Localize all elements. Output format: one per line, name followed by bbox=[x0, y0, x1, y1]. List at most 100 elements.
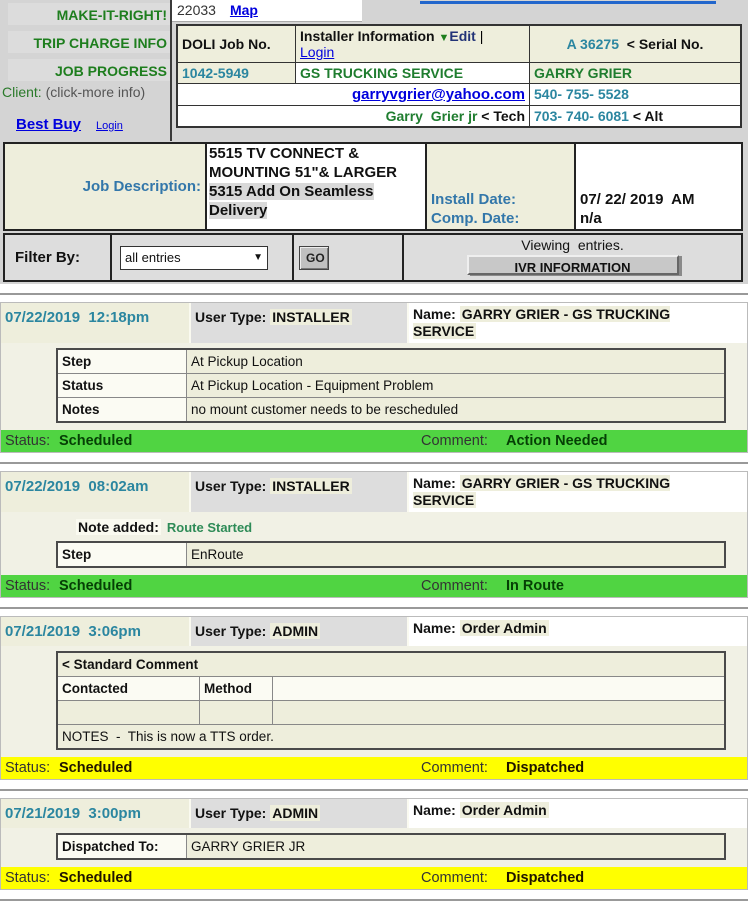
client-login-link[interactable]: Login bbox=[96, 120, 123, 132]
status-label: Status: bbox=[5, 757, 50, 779]
zip-code: 22033 bbox=[177, 2, 216, 18]
filter-bar: Filter By: all entries ▼ GO Viewing entri… bbox=[3, 233, 743, 282]
installer-info-cell: Installer Information ▼Edit | Login bbox=[295, 26, 529, 62]
entry-user-type: User Type: ADMIN bbox=[189, 799, 407, 828]
status-label: Status: bbox=[5, 575, 50, 597]
serial-label: < Serial No. bbox=[627, 36, 704, 52]
dropdown-arrow-icon: ▼ bbox=[253, 247, 263, 269]
job-description-text: 5515 TV CONNECT & MOUNTING 51"& LARGER 5… bbox=[205, 144, 427, 229]
row-value: EnRoute bbox=[187, 542, 726, 567]
comment-label: Comment: bbox=[421, 430, 488, 452]
user-type-value: ADMIN bbox=[270, 623, 320, 639]
entry-name: Name: Order Admin bbox=[407, 617, 747, 646]
log-entry: 07/21/2019 3:06pm User Type: ADMIN Name:… bbox=[0, 616, 748, 780]
name-label: Name: bbox=[413, 802, 456, 818]
user-type-label: User Type: bbox=[195, 478, 266, 494]
client-hint: (click-more info) bbox=[42, 84, 145, 100]
email-cell: garryvgrier@yahoo.com bbox=[178, 84, 529, 105]
section-divider bbox=[0, 607, 748, 609]
job-progress-button[interactable]: JOB PROGRESS bbox=[8, 59, 170, 81]
phone-number: 540- 755- 5528 bbox=[529, 84, 740, 105]
ivr-information-button[interactable]: IVR INFORMATION bbox=[467, 255, 679, 275]
row-label: Step bbox=[57, 349, 187, 374]
install-date-value: 07/ 22/ 2019 AM bbox=[580, 190, 741, 209]
standard-comment-header: < Standard Comment bbox=[57, 652, 725, 677]
serial-cell: A 36275 < Serial No. bbox=[529, 26, 740, 62]
alt-phone-label: < Alt bbox=[633, 108, 663, 124]
installer-info-table: DOLI Job No. Installer Information ▼Edit… bbox=[176, 24, 742, 128]
company-name: GS TRUCKING SERVICE bbox=[295, 63, 529, 83]
status-value: Scheduled bbox=[59, 757, 132, 779]
tech-cell: Garry Grier jr < Tech bbox=[178, 106, 529, 126]
go-cell: GO bbox=[292, 235, 402, 280]
log-entry: 07/22/2019 08:02am User Type: INSTALLER … bbox=[0, 471, 748, 598]
installer-name: GARRY GRIER bbox=[529, 63, 740, 83]
filter-dropdown[interactable]: all entries ▼ bbox=[120, 246, 268, 270]
empty-header-cell bbox=[273, 677, 726, 701]
contacted-label: Contacted bbox=[57, 677, 200, 701]
map-link[interactable]: Map bbox=[230, 2, 258, 18]
section-divider bbox=[0, 293, 748, 295]
filter-by-label: Filter By: bbox=[5, 235, 110, 280]
go-button[interactable]: GO bbox=[299, 246, 329, 270]
filter-dropdown-cell: all entries ▼ bbox=[110, 235, 292, 280]
client-info: Client: (click-more info) bbox=[2, 84, 172, 100]
pipe-separator: | bbox=[480, 28, 484, 44]
user-type-label: User Type: bbox=[195, 623, 266, 639]
email-link[interactable]: garryvgrier@yahoo.com bbox=[352, 86, 525, 103]
contacted-value bbox=[57, 701, 200, 725]
entry-detail-table: < Standard Comment Contacted Method NOTE… bbox=[56, 651, 726, 750]
table-row: Dispatched To: GARRY GRIER JR bbox=[57, 834, 725, 859]
filter-dropdown-value: all entries bbox=[125, 247, 181, 269]
user-type-value: INSTALLER bbox=[270, 478, 352, 494]
edit-link[interactable]: Edit bbox=[449, 28, 475, 44]
name-label: Name: bbox=[413, 475, 456, 491]
notes-text: NOTES - This is now a TTS order. bbox=[57, 725, 725, 750]
client-best-buy-link[interactable]: Best Buy bbox=[16, 116, 81, 133]
zip-cell: 22033 Map bbox=[172, 0, 362, 22]
empty-value-cell bbox=[273, 701, 726, 725]
doli-job-no-label: DOLI Job No. bbox=[178, 26, 295, 62]
viewing-entries-text: Viewing entries. bbox=[404, 237, 741, 253]
client-label: Client: bbox=[2, 84, 42, 100]
method-label: Method bbox=[200, 677, 273, 701]
name-label: Name: bbox=[413, 306, 456, 322]
note-added-value: Route Started bbox=[167, 520, 252, 535]
tech-label: < Tech bbox=[481, 108, 525, 124]
comp-date-value: n/a bbox=[580, 209, 741, 228]
name-value: Order Admin bbox=[460, 802, 549, 818]
make-it-right-button[interactable]: MAKE-IT-RIGHT! bbox=[8, 3, 170, 25]
table-row: Contacted Method bbox=[57, 677, 725, 701]
job-number: 1042-5949 bbox=[178, 63, 295, 83]
installer-info-label: Installer Information bbox=[300, 28, 435, 44]
job-description-label: Job Description: bbox=[5, 144, 205, 229]
job-description-section: Job Description: 5515 TV CONNECT & MOUNT… bbox=[3, 142, 743, 231]
status-bar: Status: Scheduled Comment: In Route bbox=[1, 575, 747, 597]
table-row: Notes no mount customer needs to be resc… bbox=[57, 398, 725, 423]
table-row: Step EnRoute bbox=[57, 542, 725, 567]
trip-charge-info-button[interactable]: TRIP CHARGE INFO bbox=[8, 31, 170, 53]
comment-value: Dispatched bbox=[506, 757, 584, 779]
row-label: Step bbox=[57, 542, 187, 567]
truncated-link-underline[interactable] bbox=[420, 1, 716, 4]
comment-label: Comment: bbox=[421, 575, 488, 597]
row-label: Status bbox=[57, 374, 187, 398]
user-type-label: User Type: bbox=[195, 309, 266, 325]
status-bar: Status: Scheduled Comment: Dispatched bbox=[1, 867, 747, 889]
table-row: Status At Pickup Location - Equipment Pr… bbox=[57, 374, 725, 398]
date-values: 07/ 22/ 2019 AM n/a bbox=[574, 144, 741, 229]
row-label: Notes bbox=[57, 398, 187, 423]
section-divider bbox=[0, 462, 748, 464]
log-entry: 07/21/2019 3:00pm User Type: ADMIN Name:… bbox=[0, 798, 748, 890]
entry-user-type: User Type: INSTALLER bbox=[189, 303, 407, 343]
status-value: Scheduled bbox=[59, 575, 132, 597]
installer-login-link[interactable]: Login bbox=[300, 44, 334, 60]
entry-timestamp: 07/21/2019 3:00pm bbox=[1, 799, 189, 828]
status-bar: Status: Scheduled Comment: Action Needed bbox=[1, 430, 747, 452]
chevron-down-icon[interactable]: ▼ bbox=[438, 32, 449, 44]
entry-detail-table: Dispatched To: GARRY GRIER JR bbox=[56, 833, 726, 860]
name-value: Order Admin bbox=[460, 620, 549, 636]
user-type-label: User Type: bbox=[195, 805, 266, 821]
comp-date-label: Comp. Date: bbox=[431, 209, 574, 228]
method-value bbox=[200, 701, 273, 725]
